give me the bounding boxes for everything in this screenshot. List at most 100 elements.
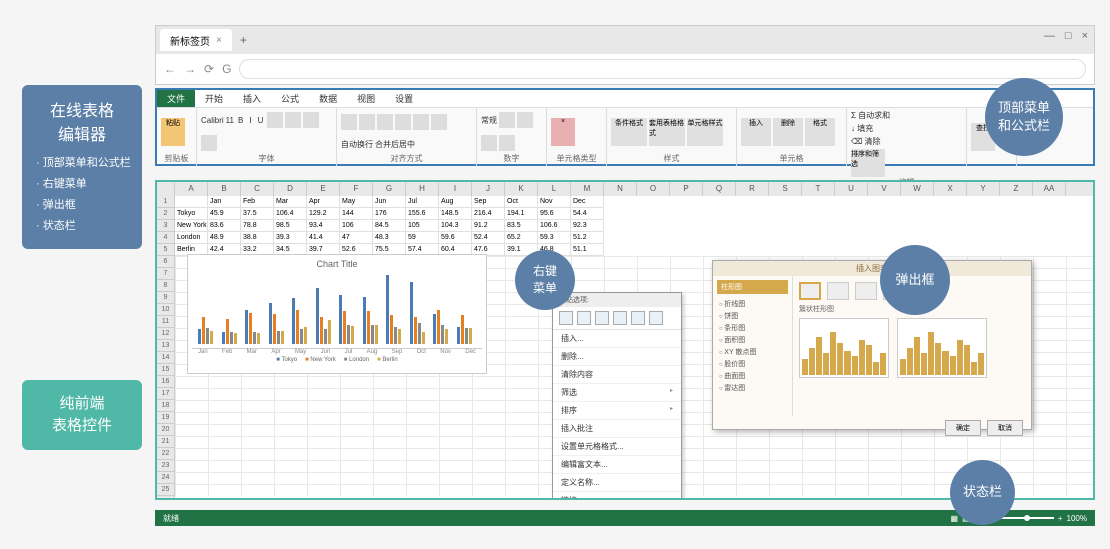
paste-icon[interactable]	[613, 311, 627, 325]
paste-icon[interactable]: 粘贴	[161, 118, 185, 146]
cell[interactable]: 91.2	[472, 220, 505, 232]
select-all-corner[interactable]	[157, 182, 175, 196]
subtype-icon[interactable]	[855, 282, 877, 300]
cell[interactable]: 54.4	[571, 208, 604, 220]
cell[interactable]: 41.4	[307, 232, 340, 244]
cell[interactable]: 48.3	[373, 232, 406, 244]
row-header[interactable]: 19	[157, 412, 175, 424]
align-icon[interactable]	[431, 114, 447, 130]
font-icon[interactable]	[267, 112, 283, 128]
paste-icon[interactable]	[631, 311, 645, 325]
sort-filter-button[interactable]: 排序和筛选	[851, 149, 885, 177]
cell[interactable]: 47	[340, 232, 373, 244]
chart-type-option[interactable]: 曲面图	[717, 370, 788, 382]
paste-icon[interactable]	[649, 311, 663, 325]
number-icon[interactable]	[499, 112, 515, 128]
column-header[interactable]: Y	[967, 182, 1000, 196]
column-header[interactable]: O	[637, 182, 670, 196]
column-header[interactable]: W	[901, 182, 934, 196]
row-header[interactable]: 7	[157, 268, 175, 280]
reload-icon[interactable]: ⟳	[204, 62, 214, 76]
cell[interactable]: Jun	[373, 196, 406, 208]
cell[interactable]: 83.6	[208, 220, 241, 232]
row-header[interactable]: 20	[157, 424, 175, 436]
ribbon-tab-insert[interactable]: 插入	[233, 90, 271, 107]
ribbon-tab-settings[interactable]: 设置	[385, 90, 423, 107]
cell[interactable]: 48.9	[208, 232, 241, 244]
column-header[interactable]: R	[736, 182, 769, 196]
cell[interactable]: 38.8	[241, 232, 274, 244]
chart-type-option[interactable]: 条形图	[717, 322, 788, 334]
row-header[interactable]: 22	[157, 448, 175, 460]
cell[interactable]: Mar	[274, 196, 307, 208]
row-header[interactable]: 25	[157, 484, 175, 496]
cell[interactable]: London	[175, 232, 208, 244]
column-header[interactable]: X	[934, 182, 967, 196]
ok-button[interactable]: 确定	[945, 420, 981, 436]
cell[interactable]: 129.2	[307, 208, 340, 220]
chart-type-option[interactable]: 股价图	[717, 358, 788, 370]
row-header[interactable]: 8	[157, 280, 175, 292]
row-header[interactable]: 18	[157, 400, 175, 412]
cell[interactable]: 93.4	[307, 220, 340, 232]
subtype-icon[interactable]	[799, 282, 821, 300]
column-header[interactable]: K	[505, 182, 538, 196]
cell[interactable]: 216.4	[472, 208, 505, 220]
font-icon[interactable]	[303, 112, 319, 128]
cell[interactable]: 144	[340, 208, 373, 220]
number-icon[interactable]	[499, 135, 515, 151]
column-header[interactable]: A	[175, 182, 208, 196]
row-header[interactable]: 9	[157, 292, 175, 304]
column-header[interactable]: T	[802, 182, 835, 196]
preview-2[interactable]	[897, 318, 987, 378]
edit-button[interactable]: ⌫ 清除	[851, 136, 962, 147]
row-header[interactable]: 21	[157, 436, 175, 448]
column-header[interactable]: Q	[703, 182, 736, 196]
edit-button[interactable]: ↓ 填充	[851, 123, 962, 134]
column-header[interactable]: V	[868, 182, 901, 196]
url-input[interactable]	[239, 59, 1086, 79]
cell[interactable]: Feb	[241, 196, 274, 208]
cell[interactable]: 59	[406, 232, 439, 244]
font-icon[interactable]	[285, 112, 301, 128]
row-header[interactable]: 15	[157, 364, 175, 376]
column-headers[interactable]: ABCDEFGHIJKLMNOPQRSTUVWXYZAA	[157, 182, 1093, 196]
cell[interactable]: 59.3	[538, 232, 571, 244]
cell[interactable]: Aug	[439, 196, 472, 208]
cell[interactable]: Apr	[307, 196, 340, 208]
context-menu-item[interactable]: 插入...	[553, 330, 681, 348]
style-button[interactable]: 套用表格格式	[649, 118, 685, 146]
column-header[interactable]: U	[835, 182, 868, 196]
column-header[interactable]: L	[538, 182, 571, 196]
ribbon-tab-file[interactable]: 文件	[157, 90, 195, 107]
context-menu-item[interactable]: 插入批注	[553, 420, 681, 438]
number-format-select[interactable]: 常规	[481, 115, 497, 126]
cell[interactable]: Nov	[538, 196, 571, 208]
row-numbers[interactable]: 6789101112131415161718192021222324252627…	[157, 256, 175, 500]
align-icon[interactable]	[377, 114, 393, 130]
forward-icon[interactable]: →	[184, 62, 196, 76]
back-icon[interactable]: ←	[164, 62, 176, 76]
paste-icon[interactable]	[595, 311, 609, 325]
row-header[interactable]: 10	[157, 304, 175, 316]
cell[interactable]: 51.1	[571, 244, 604, 256]
context-menu-item[interactable]: 编辑富文本...	[553, 456, 681, 474]
cell[interactable]: 98.5	[274, 220, 307, 232]
align-icon[interactable]	[395, 114, 411, 130]
cell[interactable]: Sep	[472, 196, 505, 208]
ribbon-tab-home[interactable]: 开始	[195, 90, 233, 107]
column-header[interactable]: S	[769, 182, 802, 196]
cell-button[interactable]: 删除	[773, 118, 803, 146]
cell[interactable]: 106	[340, 220, 373, 232]
cell-button[interactable]: 格式	[805, 118, 835, 146]
column-header[interactable]: P	[670, 182, 703, 196]
paste-icon[interactable]	[577, 311, 591, 325]
font-name-select[interactable]: Calibri	[201, 116, 224, 125]
context-menu-item[interactable]: 定义名称...	[553, 474, 681, 492]
b-button[interactable]: B	[238, 116, 243, 125]
cell[interactable]: 92.3	[571, 220, 604, 232]
chart-type-selected[interactable]: 柱形图	[717, 280, 788, 294]
column-header[interactable]: I	[439, 182, 472, 196]
cell[interactable]: 83.5	[505, 220, 538, 232]
cell[interactable]: 78.8	[241, 220, 274, 232]
